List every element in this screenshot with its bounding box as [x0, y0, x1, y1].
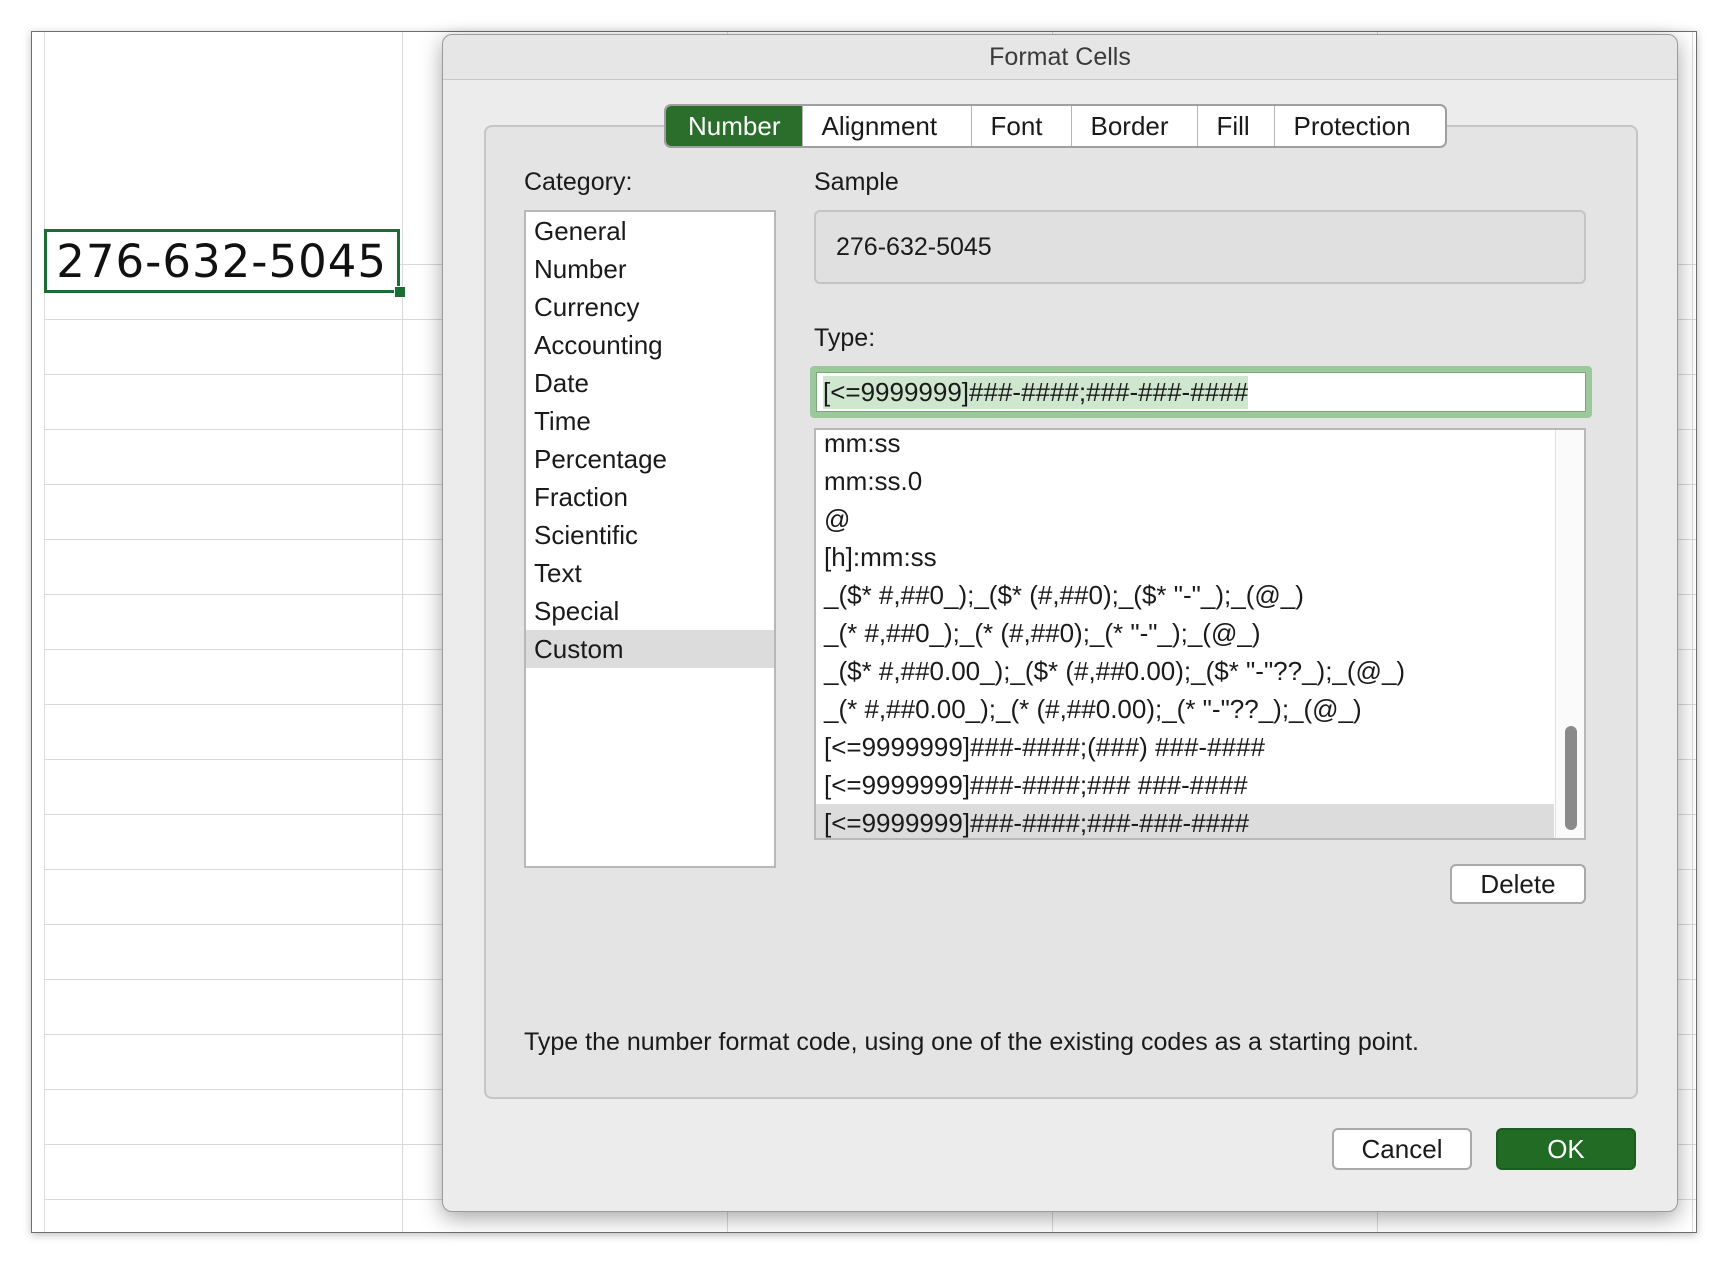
format-item[interactable]: mm:ss [816, 430, 1554, 462]
category-item-selected[interactable]: Custom [526, 630, 774, 668]
format-item[interactable]: _(* #,##0_);_(* (#,##0);_(* "-"_);_(@_) [816, 614, 1554, 652]
format-item-selected[interactable]: [<=9999999]###-####;###-###-#### [816, 804, 1554, 838]
type-label: Type: [814, 324, 876, 352]
type-input[interactable]: [<=9999999]###-####;###-###-#### [816, 372, 1586, 412]
category-item[interactable]: Accounting [526, 326, 774, 364]
category-item[interactable]: Currency [526, 288, 774, 326]
dialog-title: Format Cells [443, 35, 1677, 80]
tab-font[interactable]: Font [971, 106, 1071, 146]
ok-button[interactable]: OK [1496, 1128, 1636, 1170]
tab-border[interactable]: Border [1071, 106, 1197, 146]
category-item[interactable]: Time [526, 402, 774, 440]
grid-line [402, 32, 403, 1232]
format-item[interactable]: mm:ss.0 [816, 462, 1554, 500]
format-list-scrollbar[interactable] [1555, 430, 1584, 838]
format-code-items: mm:ss mm:ss.0 @ [h]:mm:ss _($* #,##0_);_… [816, 430, 1584, 838]
type-input-focus-ring: [<=9999999]###-####;###-###-#### [810, 366, 1592, 418]
grid-line [44, 32, 45, 1232]
type-input-value: [<=9999999]###-####;###-###-#### [823, 375, 1249, 409]
sample-label: Sample [814, 168, 899, 196]
sample-value: 276-632-5045 [836, 232, 992, 261]
category-label: Category: [524, 168, 633, 196]
tab-fill[interactable]: Fill [1197, 106, 1274, 146]
category-item[interactable]: Special [526, 592, 774, 630]
format-item[interactable]: _(* #,##0.00_);_(* (#,##0.00);_(* "-"??_… [816, 690, 1554, 728]
fill-handle[interactable] [394, 286, 406, 298]
category-item[interactable]: Number [526, 250, 774, 288]
format-code-list[interactable]: mm:ss mm:ss.0 @ [h]:mm:ss _($* #,##0_);_… [814, 428, 1586, 840]
format-item[interactable]: [h]:mm:ss [816, 538, 1554, 576]
category-item[interactable]: Percentage [526, 440, 774, 478]
tab-protection[interactable]: Protection [1274, 106, 1445, 146]
sample-preview: 276-632-5045 [814, 210, 1586, 284]
active-cell[interactable]: 276-632-5045 [44, 229, 400, 293]
cancel-button[interactable]: Cancel [1332, 1128, 1472, 1170]
category-list[interactable]: General Number Currency Accounting Date … [524, 210, 776, 868]
format-item[interactable]: [<=9999999]###-####;(###) ###-#### [816, 728, 1554, 766]
grid-line [1692, 32, 1693, 1232]
hint-text: Type the number format code, using one o… [524, 1028, 1419, 1056]
scrollbar-thumb[interactable] [1565, 726, 1577, 830]
category-item[interactable]: Fraction [526, 478, 774, 516]
tab-alignment[interactable]: Alignment [802, 106, 971, 146]
tab-bar: Number Alignment Font Border Fill Protec… [664, 104, 1448, 148]
format-item[interactable]: @ [816, 500, 1554, 538]
category-item[interactable]: General [526, 212, 774, 250]
category-item[interactable]: Scientific [526, 516, 774, 554]
tab-number[interactable]: Number [666, 106, 803, 146]
delete-button[interactable]: Delete [1450, 864, 1586, 904]
format-item[interactable]: _($* #,##0.00_);_($* (#,##0.00);_($* "-"… [816, 652, 1554, 690]
format-item[interactable]: [<=9999999]###-####;### ###-#### [816, 766, 1554, 804]
format-item[interactable]: _($* #,##0_);_($* (#,##0);_($* "-"_);_(@… [816, 576, 1554, 614]
category-item[interactable]: Date [526, 364, 774, 402]
category-item[interactable]: Text [526, 554, 774, 592]
